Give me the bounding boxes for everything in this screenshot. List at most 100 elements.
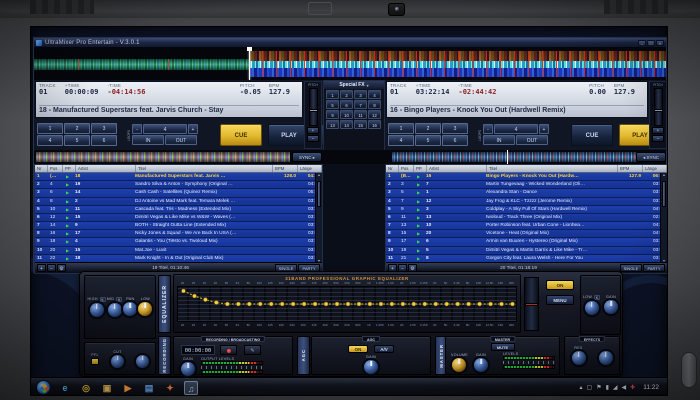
pitch-minus-button[interactable]: − (307, 135, 319, 142)
column-header-pp[interactable]: PP (63, 165, 76, 172)
effects-knob[interactable] (599, 351, 613, 365)
table-row[interactable]: 36▶14Cash Cash - Satellites (Quinez Remi… (35, 189, 322, 197)
fx-pad-13[interactable]: 13 (326, 120, 339, 129)
cut-knob[interactable] (111, 355, 124, 368)
low-knob-right[interactable] (585, 301, 599, 315)
table-row[interactable]: 918▶4Galantis - You (Tiësto vs. Twoloud … (35, 238, 322, 246)
eq-band-knob[interactable] (236, 302, 240, 306)
fx-pad-4[interactable]: 4 (368, 90, 381, 99)
table-row[interactable]: 816▶17Nicky Jones & Squad - We Are Back … (35, 230, 322, 238)
aux-knob[interactable] (136, 355, 149, 368)
column-header-titel[interactable]: Titel (136, 165, 273, 172)
eq-band-knob[interactable] (511, 302, 515, 306)
eq-band-knob[interactable] (192, 294, 196, 298)
knob-pan[interactable]: PAN (123, 297, 137, 317)
titlebar[interactable]: UltraMixer Pro Entertain - V.3.0.1 – □ × (34, 38, 666, 47)
cue-button[interactable]: CUE (220, 124, 262, 146)
column-header-bpm[interactable]: BPM (618, 165, 643, 172)
loop-in-button[interactable]: IN (483, 135, 515, 145)
eq-band-knob[interactable] (368, 302, 372, 306)
table-row[interactable]: 24▶19Sandro Silva & Anton - Symphony (Or… (35, 181, 322, 189)
eq-band-knob[interactable] (247, 302, 251, 306)
party-mode-button[interactable]: PARTY (643, 264, 665, 272)
fx-pad-5[interactable]: 5 (326, 100, 339, 109)
pitch-fader[interactable] (309, 88, 318, 126)
kill-button[interactable]: K (116, 297, 122, 302)
loop-out-button[interactable]: OUT (516, 135, 548, 145)
fx-pad-3[interactable]: 3 (354, 90, 367, 99)
cue-pad-3[interactable]: 3 (442, 123, 468, 134)
eq-band-knob[interactable] (489, 302, 493, 306)
sync-left-button[interactable]: SYNC ▸ (292, 152, 322, 162)
eq-band-knob[interactable] (181, 289, 185, 293)
agc-gain-knob[interactable] (364, 360, 378, 374)
eq-band-knob[interactable] (225, 302, 229, 306)
loop-in-button[interactable]: IN (132, 135, 164, 145)
tray-flag-icon[interactable]: ⚑ (596, 379, 601, 397)
table-row[interactable]: 48▶2DJ Antoine vs Mad Mark feat. Temara … (35, 198, 322, 206)
tray-battery-icon[interactable]: ▮ (606, 379, 609, 397)
taskbar-clock[interactable]: 11:22 (639, 384, 663, 391)
fx-pad-1[interactable]: 1 (326, 90, 339, 99)
eq-band-knob[interactable] (214, 301, 218, 305)
deck-left-wave-strip[interactable] (36, 152, 290, 162)
record-button[interactable] (220, 345, 237, 355)
table-row[interactable]: 713▶10Porter Robinson feat. Urban Cone -… (386, 222, 667, 230)
knob-low[interactable]: LOW (138, 297, 152, 317)
eq-band-knob[interactable] (302, 302, 306, 306)
playlist-options-button[interactable]: ⚙ (57, 264, 66, 272)
photo-icon[interactable]: ✦ (163, 381, 177, 395)
column-header-pos[interactable]: Pos (48, 165, 63, 172)
eq-band-knob[interactable] (456, 302, 460, 306)
loop-minus-button[interactable]: - (132, 124, 142, 134)
table-row[interactable]: 35▶1Alexandra Stan - Dance03:13 (386, 189, 667, 197)
mute-button[interactable]: MUTE (491, 343, 515, 351)
eq-band-knob[interactable] (280, 302, 284, 306)
knob-high[interactable]: HIGHK (88, 297, 106, 317)
table-row[interactable]: 611▶13twoloud - Track Three (Original Mi… (386, 214, 667, 222)
media-player-icon[interactable]: ▶ (121, 381, 135, 395)
table-row[interactable]: 612▶15Dimitri Vegas & Like Mike vs W&W -… (35, 214, 322, 222)
eq-band-knob[interactable] (313, 302, 317, 306)
eq-band-knob[interactable] (258, 302, 262, 306)
table-row[interactable]: 59▶3Coldplay - A Sky Full Of Stars (Hard… (386, 206, 667, 214)
eq-band-knob[interactable] (291, 302, 295, 306)
cue-pad-2[interactable]: 2 (64, 123, 90, 134)
eq-band-knob[interactable] (434, 302, 438, 306)
table-row[interactable]: 1019▶5Dimitri Vegas & Martin Garrix & Li… (386, 247, 667, 255)
agc-auto-button[interactable]: A/V (374, 345, 394, 353)
scrollbar[interactable]: ▲▼ (315, 173, 322, 263)
eq-band-knob[interactable] (478, 302, 482, 306)
fx-pad-10[interactable]: 10 (340, 110, 353, 119)
cue-button[interactable]: CUE (571, 124, 613, 146)
gain-knob-right[interactable] (604, 300, 618, 314)
eq-band-knob[interactable] (423, 302, 427, 306)
table-row[interactable]: 510▶11Cascada feat. Tris - Madness (Exte… (35, 206, 322, 214)
pitch-plus-button[interactable]: + (652, 127, 664, 134)
loop-minus-button[interactable]: - (483, 124, 493, 134)
eq-band-knob[interactable] (412, 302, 416, 306)
folder-icon[interactable]: ▣ (100, 381, 114, 395)
cue-pad-5[interactable]: 5 (64, 135, 90, 146)
pitch-fader[interactable] (654, 88, 663, 126)
table-row[interactable]: 1(B…▶16Bingo Players - Knock You Out (Ha… (386, 173, 667, 181)
eq-band-knob[interactable] (500, 302, 504, 306)
knob-mid[interactable]: MIDK (107, 297, 123, 317)
playhead-marker[interactable] (249, 47, 250, 80)
agc-on-button[interactable]: ON (348, 345, 368, 353)
cue-pad-1[interactable]: 1 (37, 123, 63, 134)
fx-pad-7[interactable]: 7 (354, 100, 367, 109)
column-header-länge[interactable]: Länge (298, 165, 322, 172)
eq-band-knob[interactable] (467, 302, 471, 306)
cue-pad-1[interactable]: 1 (388, 123, 414, 134)
ultramixer-icon[interactable]: ♫ (184, 381, 198, 395)
eq-band-knob[interactable] (346, 302, 350, 306)
eq-bands[interactable] (177, 286, 517, 322)
remove-track-button[interactable]: − (47, 264, 56, 272)
deck-right-wave-strip[interactable] (392, 152, 648, 162)
table-row[interactable]: 47▶12Jay Frog & KLC - Tzzzz (Jerome Remi… (386, 198, 667, 206)
tray-display-icon[interactable]: ▢ (587, 379, 593, 397)
table-row[interactable]: 1020▶15Mat.Joe - Luvit03:52 (35, 247, 322, 255)
column-header-bpm[interactable]: BPM (273, 165, 298, 172)
recording-gain-knob[interactable] (181, 362, 195, 376)
